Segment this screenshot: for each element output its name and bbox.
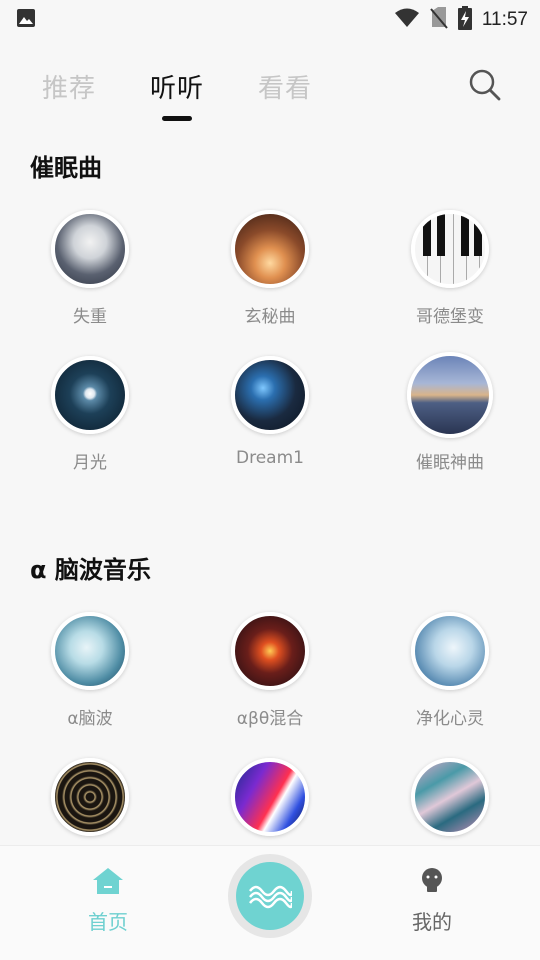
water-splash-thumbnail — [411, 612, 489, 690]
track-item-moonlight[interactable]: 月光 — [0, 356, 180, 473]
nav-home-label: 首页 — [88, 910, 128, 934]
track-item-row2-2[interactable] — [180, 758, 360, 836]
track-label: αβθ混合 — [236, 709, 304, 729]
track-label: α脑波 — [67, 709, 113, 729]
light-streak-thumbnail — [231, 758, 309, 836]
astronaut-thumbnail — [51, 210, 129, 288]
tab-recommend[interactable]: 推荐 — [42, 68, 96, 105]
play-wave-button[interactable] — [228, 854, 312, 938]
track-label: 催眠神曲 — [416, 453, 484, 473]
status-time: 11:57 — [481, 9, 528, 30]
top-tabs: 推荐 听听 看看 — [0, 62, 540, 132]
battery-charging-icon — [457, 6, 472, 34]
track-label: 失重 — [73, 307, 107, 327]
piano-keys-thumbnail — [411, 210, 489, 288]
track-label: 净化心灵 — [416, 709, 484, 729]
status-bar: 11:57 — [0, 0, 540, 36]
track-item-alpha[interactable]: α脑波 — [0, 612, 180, 729]
image-notification-icon — [16, 8, 36, 32]
home-icon — [93, 868, 123, 894]
section-title-alpha-waves: α 脑波音乐 — [30, 556, 151, 584]
no-sim-icon — [430, 7, 448, 33]
track-label: 月光 — [73, 453, 107, 473]
track-label: 哥德堡变 — [416, 307, 484, 327]
track-item-hypnosis[interactable]: 催眠神曲 — [360, 352, 540, 473]
track-item-mix[interactable]: αβθ混合 — [180, 612, 360, 729]
bulb-profile-icon — [422, 868, 442, 892]
moon-thumbnail — [51, 356, 129, 434]
neuron-thumbnail — [231, 612, 309, 690]
track-item-goldberg[interactable]: 哥德堡变 — [360, 210, 540, 327]
track-item-dream1[interactable]: Dream1 — [180, 356, 360, 468]
wifi-icon — [394, 7, 420, 33]
swans-lake-thumbnail — [407, 352, 493, 438]
track-item-mystic[interactable]: 玄秘曲 — [180, 210, 360, 327]
nav-me-label: 我的 — [412, 910, 452, 934]
track-item-row2-1[interactable] — [0, 758, 180, 836]
brain-thumbnail — [51, 612, 129, 690]
forest-light-thumbnail — [231, 210, 309, 288]
track-item-weightless[interactable]: 失重 — [0, 210, 180, 327]
mandala-thumbnail — [51, 758, 129, 836]
marble-thumbnail — [411, 758, 489, 836]
track-item-purify[interactable]: 净化心灵 — [360, 612, 540, 729]
nav-home[interactable]: 首页 — [68, 866, 148, 935]
butterflies-thumbnail — [231, 356, 309, 434]
tab-watch[interactable]: 看看 — [258, 68, 312, 105]
track-item-row2-3[interactable] — [360, 758, 540, 836]
active-tab-indicator — [162, 116, 192, 121]
nav-me[interactable]: 我的 — [392, 866, 472, 935]
search-button[interactable] — [468, 68, 508, 108]
tab-listen[interactable]: 听听 — [150, 68, 204, 105]
track-label: 玄秘曲 — [244, 307, 296, 327]
track-label: Dream1 — [236, 448, 304, 468]
section-title-lullaby: 催眠曲 — [30, 154, 102, 182]
search-icon — [469, 69, 501, 101]
sound-wave-icon — [249, 885, 292, 909]
bottom-navigation: 首页 我的 — [0, 845, 540, 960]
